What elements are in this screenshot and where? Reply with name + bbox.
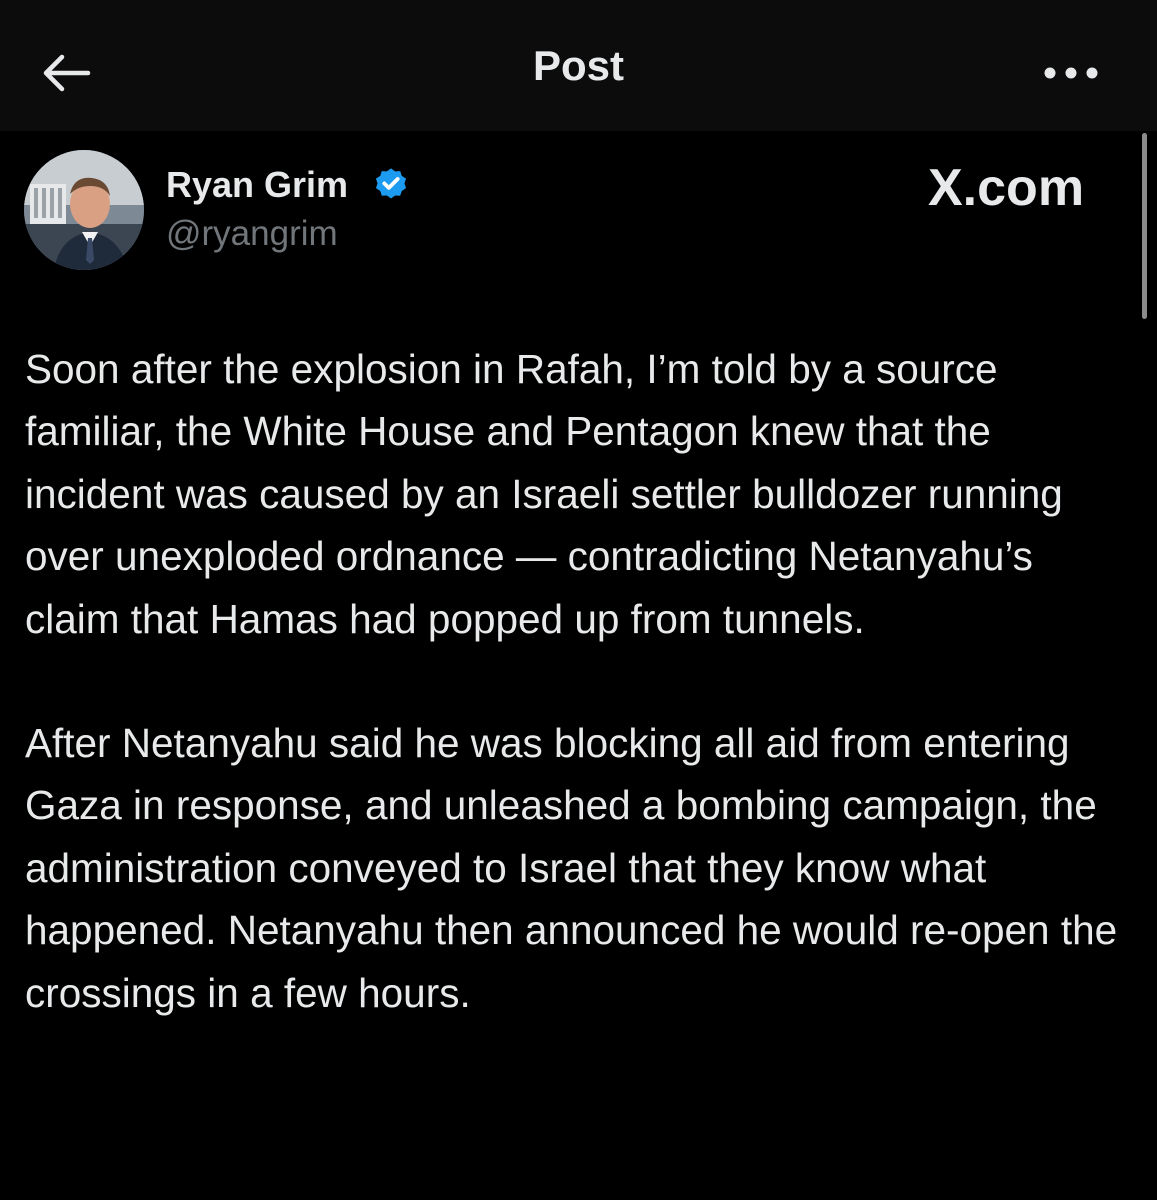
author-handle[interactable]: @ryangrim: [166, 214, 338, 254]
scrollbar[interactable]: [1141, 131, 1149, 1200]
more-options-button[interactable]: [1036, 52, 1106, 94]
profile-photo: [24, 150, 144, 270]
page-title: Post: [532, 42, 624, 89]
watermark-logo: X.com: [928, 159, 1085, 217]
more-horizontal-icon: [1044, 67, 1098, 79]
scrollbar-thumb[interactable]: [1142, 133, 1147, 319]
verified-badge-icon: [375, 168, 407, 199]
top-bar: Post: [0, 0, 1157, 131]
avatar[interactable]: [24, 150, 144, 270]
post-paragraph: After Netanyahu said he was blocking all…: [25, 720, 1118, 1016]
post-paragraph: Soon after the explosion in Rafah, I’m t…: [25, 346, 1063, 642]
post-body: Soon after the explosion in Rafah, I’m t…: [25, 338, 1133, 1024]
author-display-name[interactable]: Ryan Grim: [166, 164, 348, 206]
